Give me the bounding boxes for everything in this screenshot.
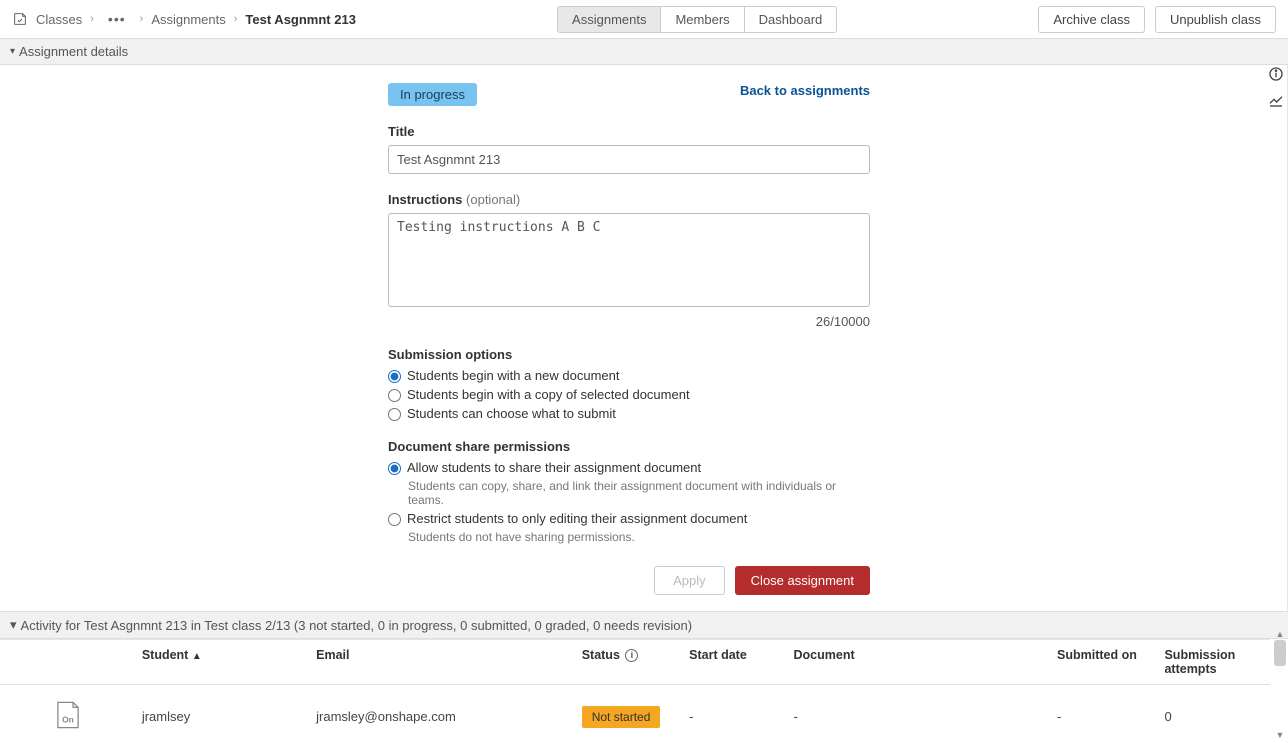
- caret-down-icon: ▾: [10, 46, 15, 57]
- breadcrumb: Classes › ••• › Assignments › Test Asgnm…: [12, 11, 356, 27]
- scroll-down-icon[interactable]: ▼: [1274, 729, 1286, 741]
- col-start-date[interactable]: Start date: [683, 640, 787, 685]
- document-icon: On: [51, 699, 85, 731]
- col-attempts[interactable]: Submission attempts: [1158, 640, 1270, 685]
- col-status[interactable]: Status i: [576, 640, 683, 685]
- share-option-restrict[interactable]: [388, 513, 401, 526]
- right-rail: [1264, 66, 1288, 108]
- activity-title: Activity for Test Asgnmnt 213 in Test cl…: [21, 618, 693, 633]
- back-to-assignments-link[interactable]: Back to assignments: [740, 83, 870, 98]
- cell-student: jramlsey: [136, 685, 310, 743]
- info-icon[interactable]: i: [625, 649, 638, 662]
- close-assignment-button[interactable]: Close assignment: [735, 566, 870, 595]
- status-badge: In progress: [388, 83, 477, 106]
- col-icon: [0, 640, 136, 685]
- chevron-right-icon: ›: [90, 13, 94, 25]
- scroll-up-icon[interactable]: ▲: [1274, 628, 1286, 640]
- cell-email: jramsley@onshape.com: [310, 685, 576, 743]
- submission-option-label: Students begin with a new document: [407, 368, 619, 383]
- activity-header[interactable]: ▾ Activity for Test Asgnmnt 213 in Test …: [0, 611, 1288, 639]
- submission-option-new-doc[interactable]: [388, 370, 401, 383]
- caret-down-icon: ▾: [10, 617, 17, 633]
- unpublish-class-button[interactable]: Unpublish class: [1155, 6, 1276, 33]
- sort-asc-icon: ▲: [192, 651, 202, 662]
- breadcrumb-assignments[interactable]: Assignments: [151, 12, 225, 27]
- archive-class-button[interactable]: Archive class: [1038, 6, 1145, 33]
- submission-option-choose[interactable]: [388, 408, 401, 421]
- tab-group: Assignments Members Dashboard: [557, 6, 837, 33]
- top-actions: Archive class Unpublish class: [1038, 6, 1276, 33]
- share-option-helper: Students do not have sharing permissions…: [408, 530, 870, 544]
- breadcrumb-overflow[interactable]: •••: [102, 11, 132, 27]
- title-input[interactable]: [388, 145, 870, 174]
- cell-attempts: 0: [1158, 685, 1270, 743]
- submission-options-heading: Submission options: [388, 347, 870, 362]
- col-document[interactable]: Document: [788, 640, 1052, 685]
- section-title: Assignment details: [19, 44, 128, 59]
- share-permissions-heading: Document share permissions: [388, 439, 870, 454]
- title-label: Title: [388, 124, 870, 139]
- instructions-textarea[interactable]: Testing instructions A B C: [388, 213, 870, 307]
- submission-option-label: Students can choose what to submit: [407, 406, 616, 421]
- chevron-right-icon: ›: [234, 13, 238, 25]
- scrollbar-thumb[interactable]: [1274, 640, 1286, 666]
- breadcrumb-current: Test Asgnmnt 213: [245, 12, 356, 27]
- cell-document: -: [788, 685, 1052, 743]
- apply-button[interactable]: Apply: [654, 566, 725, 595]
- share-option-label: Allow students to share their assignment…: [407, 460, 701, 475]
- activity-table: Student ▲ Email Status i Start date Docu…: [0, 640, 1270, 743]
- share-option-helper: Students can copy, share, and link their…: [408, 479, 870, 507]
- analytics-icon[interactable]: [1268, 92, 1284, 108]
- instructions-label: Instructions (optional): [388, 192, 870, 207]
- tab-dashboard[interactable]: Dashboard: [745, 7, 837, 32]
- assignment-details-header[interactable]: ▾ Assignment details: [0, 39, 1288, 65]
- info-icon[interactable]: [1268, 66, 1284, 82]
- svg-text:On: On: [62, 715, 74, 725]
- share-option-label: Restrict students to only editing their …: [407, 511, 747, 526]
- app-icon: [12, 11, 28, 27]
- share-option-allow[interactable]: [388, 462, 401, 475]
- submission-option-copy-doc[interactable]: [388, 389, 401, 402]
- cell-start-date: -: [683, 685, 787, 743]
- chevron-right-icon: ›: [140, 13, 144, 25]
- cell-submitted-on: -: [1051, 685, 1158, 743]
- col-email[interactable]: Email: [310, 640, 576, 685]
- col-student[interactable]: Student ▲: [136, 640, 310, 685]
- tab-assignments[interactable]: Assignments: [558, 7, 661, 32]
- table-row[interactable]: On jramlsey jramsley@onshape.com Not sta…: [0, 685, 1270, 743]
- breadcrumb-classes[interactable]: Classes: [36, 12, 82, 27]
- submission-option-label: Students begin with a copy of selected d…: [407, 387, 690, 402]
- activity-table-wrap: Student ▲ Email Status i Start date Docu…: [0, 639, 1270, 743]
- col-submitted-on[interactable]: Submitted on: [1051, 640, 1158, 685]
- details-panel: In progress Back to assignments Title In…: [0, 65, 1288, 638]
- top-bar: Classes › ••• › Assignments › Test Asgnm…: [0, 0, 1288, 39]
- char-counter: 26/10000: [388, 314, 870, 329]
- status-badge-not-started: Not started: [582, 706, 661, 728]
- tab-members[interactable]: Members: [661, 7, 744, 32]
